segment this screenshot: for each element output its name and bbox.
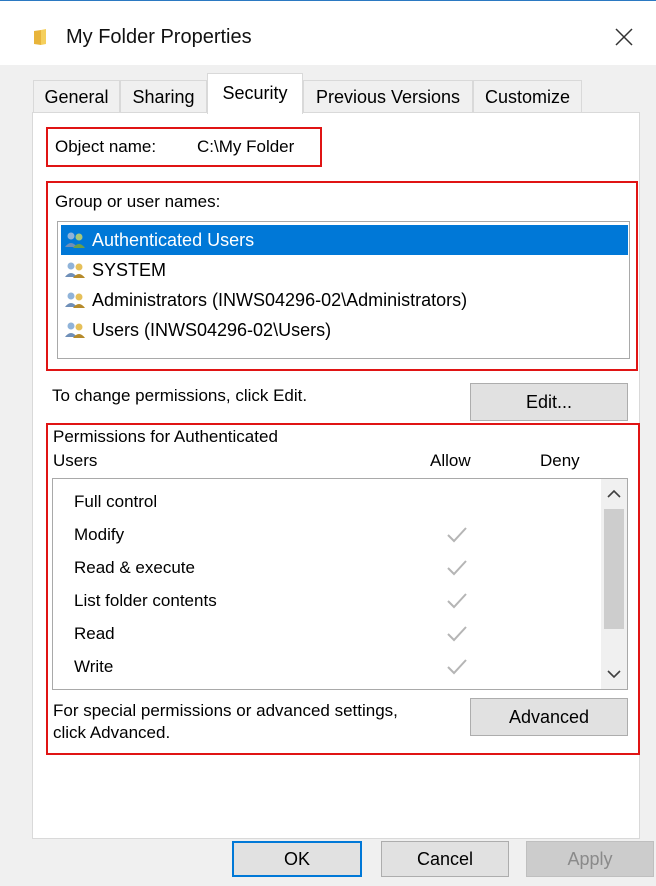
permission-name: Full control	[74, 492, 158, 511]
list-item-system[interactable]: SYSTEM	[61, 255, 628, 285]
advanced-button[interactable]: Advanced	[470, 698, 628, 736]
user-name: Administrators (INWS04296-02\Administrat…	[92, 290, 468, 310]
user-name: SYSTEM	[92, 260, 167, 280]
permission-row: Read & execute	[74, 551, 594, 584]
permissions-header-user: Users	[53, 451, 98, 470]
close-button[interactable]	[604, 19, 644, 55]
ok-button[interactable]: OK	[232, 841, 362, 877]
scroll-down-button[interactable]	[604, 663, 624, 685]
check-icon	[447, 527, 467, 543]
user-group-icon	[65, 232, 85, 248]
permission-name: List folder contents	[74, 591, 217, 610]
tab-strip: General Sharing Security Previous Versio…	[0, 65, 656, 114]
user-name: Users (INWS04296-02\Users)	[92, 320, 332, 340]
object-name-value: C:\My Folder	[197, 137, 295, 156]
check-icon	[447, 560, 467, 576]
advanced-text: For special permissions or advanced sett…	[53, 701, 398, 720]
folder-icon	[34, 29, 46, 45]
edit-button[interactable]: Edit...	[470, 383, 628, 421]
change-permissions-text: To change permissions, click Edit.	[52, 386, 308, 405]
permission-name: Read & execute	[74, 558, 195, 577]
allow-column-header: Allow	[430, 451, 471, 470]
check-icon	[447, 593, 467, 609]
permission-row: List folder contents	[74, 584, 594, 617]
tab-previous-versions[interactable]: Previous Versions	[303, 80, 473, 112]
cancel-button[interactable]: Cancel	[381, 841, 509, 877]
user-name: Authenticated Users	[92, 230, 255, 250]
check-icon	[447, 659, 467, 675]
check-icon	[447, 626, 467, 642]
object-name-label: Object name:	[55, 137, 157, 156]
permissions-scrollbar[interactable]	[601, 479, 627, 689]
permission-name: Read	[74, 624, 115, 643]
permission-row: Full control	[74, 485, 594, 518]
user-group-icon	[65, 292, 85, 308]
user-group-icon	[65, 262, 85, 278]
user-group-icon	[65, 322, 85, 338]
permission-row: Modify	[74, 518, 594, 551]
group-names-label: Group or user names:	[55, 192, 221, 211]
list-item-authenticated-users[interactable]: Authenticated Users	[61, 225, 628, 255]
apply-button[interactable]: Apply	[526, 841, 654, 877]
list-item-administrators[interactable]: Administrators (INWS04296-02\Administrat…	[61, 285, 628, 315]
window-title: My Folder Properties	[66, 26, 252, 48]
dialog-body: General Sharing Security Previous Versio…	[0, 65, 656, 886]
user-list[interactable]: Authenticated Users SYSTEM Administrator…	[57, 221, 630, 359]
permission-row: Write	[74, 650, 594, 683]
scroll-thumb[interactable]	[604, 509, 624, 629]
chevron-up-icon	[607, 489, 621, 498]
title-bar: My Folder Properties	[0, 1, 656, 65]
tab-customize[interactable]: Customize	[473, 80, 582, 112]
advanced-text-line2: click Advanced.	[53, 723, 171, 742]
permission-row: Read	[74, 617, 594, 650]
deny-column-header: Deny	[540, 451, 580, 470]
permissions-header: Permissions for Authenticated	[53, 427, 278, 446]
permission-name: Write	[74, 657, 114, 676]
chevron-down-icon	[607, 670, 621, 679]
tab-sharing[interactable]: Sharing	[120, 80, 207, 112]
scroll-up-button[interactable]	[604, 483, 624, 505]
tab-general[interactable]: General	[33, 80, 120, 112]
permissions-list[interactable]: Full control Modify Read & execute List …	[52, 478, 628, 690]
permission-name: Modify	[74, 525, 125, 544]
list-item-users[interactable]: Users (INWS04296-02\Users)	[61, 315, 628, 345]
tab-security[interactable]: Security	[207, 73, 303, 114]
close-icon	[615, 28, 633, 46]
